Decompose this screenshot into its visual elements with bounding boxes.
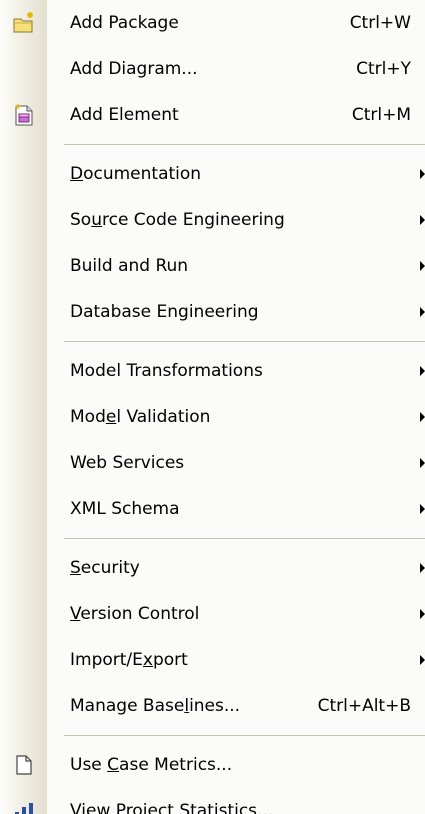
menu-item-use-case-metrics[interactable]: Use Case Metrics... <box>0 742 425 788</box>
menu-item-shortcut: Ctrl+W <box>349 13 411 33</box>
menu-item-label: Add Element <box>70 105 179 125</box>
menu-item-add-diagram[interactable]: Add Diagram... Ctrl+Y <box>0 46 425 92</box>
submenu-arrow-icon <box>420 261 425 271</box>
menu-item-web-services[interactable]: Web Services <box>0 440 425 486</box>
menu-separator <box>0 335 425 348</box>
submenu-arrow-icon <box>420 563 425 573</box>
menu-item-label: Security <box>70 558 140 578</box>
menu-item-add-element[interactable]: Add Element Ctrl+M <box>0 92 425 138</box>
menu-item-view-project-statistics[interactable]: View Project Statistics... <box>0 788 425 814</box>
menu-item-model-transformations[interactable]: Model Transformations <box>0 348 425 394</box>
menu-item-label: Web Services <box>70 453 185 473</box>
menu-item-shortcut: Ctrl+Alt+B <box>317 696 411 716</box>
menu-item-label: Build and Run <box>70 256 189 276</box>
submenu-arrow-icon <box>420 169 425 179</box>
submenu-arrow-icon <box>420 307 425 317</box>
submenu-arrow-icon <box>420 366 425 376</box>
menu-item-label: XML Schema <box>70 499 180 519</box>
menu-items: Add Package Ctrl+W Add Diagram... Ctrl+Y Add… <box>0 0 425 814</box>
menu-item-label: Source Code Engineering <box>70 210 285 230</box>
menu-separator <box>0 729 425 742</box>
menu-item-label: Model Transformations <box>70 361 263 381</box>
context-menu: Add Package Ctrl+W Add Diagram... Ctrl+Y Add… <box>0 0 425 814</box>
menu-item-manage-baselines[interactable]: Manage Baselines... Ctrl+Alt+B <box>0 683 425 729</box>
menu-item-model-validation[interactable]: Model Validation <box>0 394 425 440</box>
menu-item-label: Version Control <box>70 604 200 624</box>
menu-item-shortcut: Ctrl+M <box>351 105 411 125</box>
menu-separator <box>0 532 425 545</box>
add-element-icon <box>12 103 36 127</box>
menu-separator <box>0 138 425 151</box>
menu-item-label: Add Package <box>70 13 179 33</box>
submenu-arrow-icon <box>420 655 425 665</box>
menu-item-database-engineering[interactable]: Database Engineering <box>0 289 425 335</box>
menu-item-build-and-run[interactable]: Build and Run <box>0 243 425 289</box>
document-icon <box>12 753 36 777</box>
submenu-arrow-icon <box>420 609 425 619</box>
menu-item-label: Manage Baselines... <box>70 696 241 716</box>
menu-item-documentation[interactable]: Documentation <box>0 151 425 197</box>
menu-item-label: Documentation <box>70 164 202 184</box>
submenu-arrow-icon <box>420 215 425 225</box>
menu-item-xml-schema[interactable]: XML Schema <box>0 486 425 532</box>
bar-chart-icon <box>12 799 36 814</box>
submenu-arrow-icon <box>420 412 425 422</box>
menu-item-import-export[interactable]: Import/Export <box>0 637 425 683</box>
menu-item-shortcut: Ctrl+Y <box>356 59 411 79</box>
submenu-arrow-icon <box>420 458 425 468</box>
menu-item-security[interactable]: Security <box>0 545 425 591</box>
menu-item-label: Use Case Metrics... <box>70 755 233 775</box>
menu-item-source-code-engineering[interactable]: Source Code Engineering <box>0 197 425 243</box>
menu-item-label: Model Validation <box>70 407 211 427</box>
menu-item-label: Database Engineering <box>70 302 259 322</box>
menu-item-label: View Project Statistics... <box>70 801 274 814</box>
menu-item-label: Add Diagram... <box>70 59 198 79</box>
menu-item-label: Import/Export <box>70 650 188 670</box>
menu-item-add-package[interactable]: Add Package Ctrl+W <box>0 0 425 46</box>
new-package-icon <box>12 11 36 35</box>
submenu-arrow-icon <box>420 504 425 514</box>
menu-item-version-control[interactable]: Version Control <box>0 591 425 637</box>
